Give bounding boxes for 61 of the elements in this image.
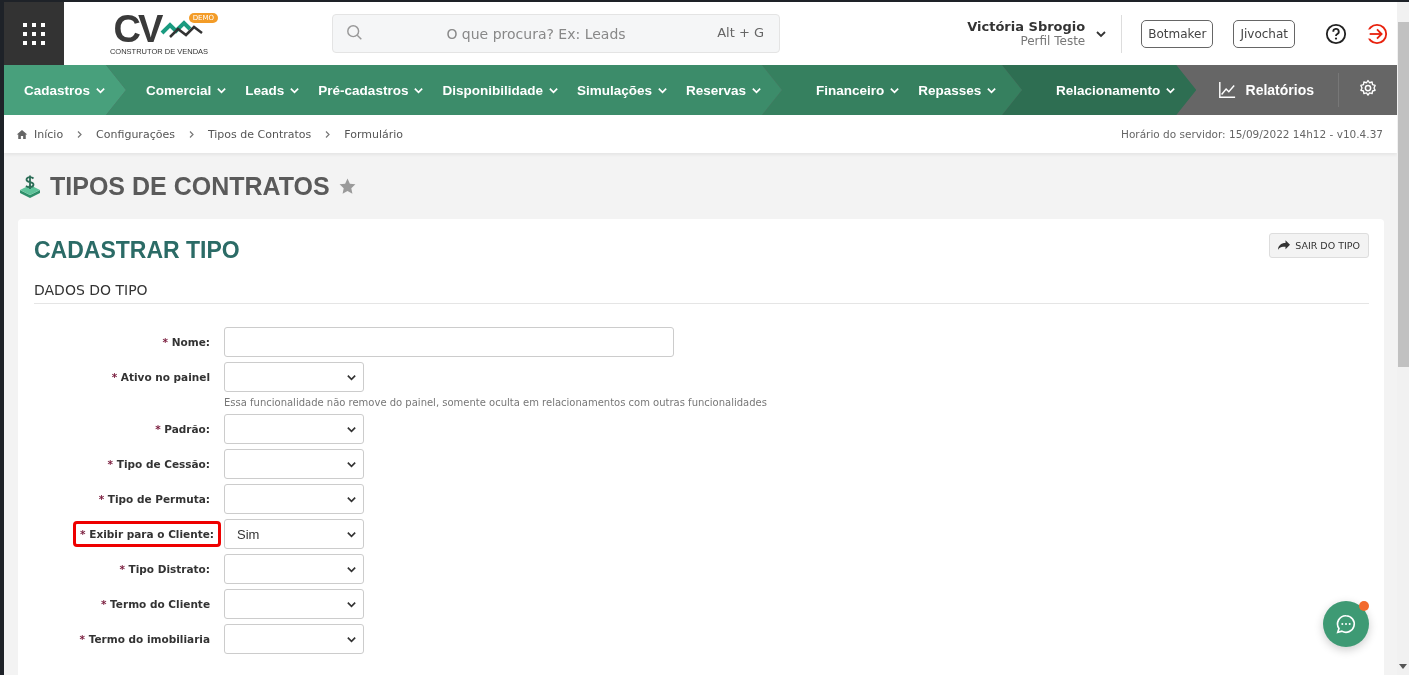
- settings-icon[interactable]: [1359, 79, 1377, 97]
- field-label: * Termo do Cliente: [99, 597, 211, 612]
- help-icon[interactable]: [1325, 22, 1347, 45]
- nav-menu-item[interactable]: Leads: [245, 82, 301, 98]
- reports-link[interactable]: Relatórios: [1217, 73, 1339, 107]
- nav-menu-item[interactable]: Repasses: [918, 82, 998, 98]
- select-dropdown[interactable]: [224, 484, 364, 514]
- server-time: Horário do servidor: 15/09/2022 14h12 - v10.4.37: [1121, 128, 1383, 140]
- nav-menu-item[interactable]: Cadastros: [24, 82, 107, 98]
- field-label: * Tipo de Permuta:: [97, 492, 211, 507]
- select-dropdown[interactable]: [224, 624, 364, 654]
- home-icon: [16, 128, 28, 140]
- select-dropdown[interactable]: Sim: [224, 519, 364, 549]
- field-hint: Essa funcionalidade não remove do painel, somente oculta em relacionamentos com outras funcionalidades: [224, 396, 767, 409]
- field-label: * Tipo Distrato:: [118, 562, 211, 577]
- nav-menu-item[interactable]: Comercial: [146, 82, 228, 98]
- exit-button[interactable]: SAIR DO TIPO: [1269, 233, 1369, 258]
- nav-menu-item[interactable]: Reservas: [685, 82, 762, 98]
- field-label: * Tipo de Cessão:: [106, 457, 211, 472]
- nav-menu-item[interactable]: Disponibilidade: [442, 82, 559, 98]
- select-dropdown[interactable]: [224, 589, 364, 619]
- wave-logo-icon: [160, 18, 205, 39]
- line-chart-icon: [1217, 81, 1236, 99]
- scroll-down-arrow-icon[interactable]: [1399, 664, 1407, 669]
- section-heading: DADOS DO TIPO: [34, 274, 1369, 304]
- header-button[interactable]: Jivochat: [1233, 19, 1295, 48]
- nav-menu-item[interactable]: Relacionamento: [1056, 82, 1177, 98]
- field-label: * Padrão:: [154, 422, 211, 437]
- breadcrumb-link[interactable]: Tipos de Contratos: [207, 127, 312, 141]
- user-name: Victória Sbrogio: [967, 19, 1086, 34]
- chevron-right-icon: [75, 129, 85, 139]
- nav-menu-item[interactable]: Pré-cadastros: [318, 82, 425, 98]
- nav-menu-item[interactable]: Financeiro: [816, 82, 901, 98]
- money-stack-icon: [18, 174, 42, 198]
- share-arrow-icon: [1278, 240, 1291, 251]
- field-label: * Ativo no painel: [110, 370, 211, 385]
- apps-menu-button[interactable]: [4, 2, 64, 65]
- chevron-right-icon: [323, 129, 333, 139]
- scrollbar-thumb[interactable]: [1398, 22, 1409, 367]
- header-button[interactable]: Botmaker: [1141, 19, 1214, 48]
- field-label: * Nome:: [161, 335, 211, 350]
- breadcrumb-link[interactable]: Configurações: [96, 127, 175, 141]
- select-dropdown[interactable]: [224, 362, 364, 392]
- page-title: TIPOS DE CONTRATOS: [50, 171, 330, 201]
- nav-menu-item[interactable]: Simulações: [576, 82, 668, 98]
- select-dropdown[interactable]: [224, 414, 364, 444]
- search-icon: [346, 24, 364, 42]
- favorite-star-icon[interactable]: [337, 176, 357, 196]
- notification-dot: [1359, 601, 1369, 611]
- logout-icon[interactable]: [1366, 22, 1388, 45]
- chat-bubble-icon: [1335, 613, 1357, 635]
- breadcrumb-link[interactable]: Início: [34, 127, 64, 141]
- field-label: * Termo do imobiliaria: [78, 632, 211, 647]
- select-dropdown[interactable]: [224, 554, 364, 584]
- highlighted-field-label: * Exibir para o Cliente:: [76, 524, 218, 544]
- user-profile: Perfil Teste: [1020, 34, 1086, 48]
- shortcut-hint: Alt + G: [717, 25, 764, 40]
- select-dropdown[interactable]: [224, 449, 364, 479]
- card-title: CADASTRAR TIPO: [34, 237, 240, 264]
- apps-grid-icon[interactable]: [22, 21, 46, 46]
- text-input[interactable]: [224, 327, 674, 357]
